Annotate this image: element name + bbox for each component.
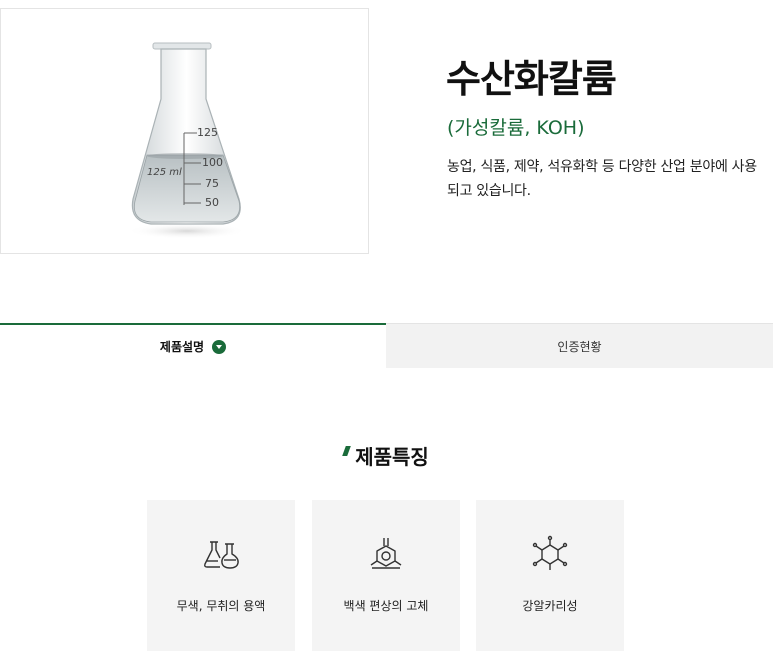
features-heading: 제품특징 <box>0 441 773 470</box>
product-subtitle: (가성칼륨, KOH) <box>447 117 585 139</box>
flask-mark-100: 100 <box>202 156 223 169</box>
tab-certification[interactable]: 인증현황 <box>386 323 773 368</box>
tab-label: 제품설명 <box>159 340 205 354</box>
features-title: 제품특징 <box>355 445 429 469</box>
feature-label: 백색 편상의 고체 <box>343 599 429 613</box>
tab-label: 인증현황 <box>557 339 602 354</box>
chevron-down-icon <box>212 339 227 354</box>
tab-product-description[interactable]: 제품설명 <box>0 323 386 368</box>
flask-volume-label: 125 ml <box>147 167 182 178</box>
product-tabs: 제품설명 인증현황 <box>0 323 773 368</box>
feature-label: 강알카리성 <box>522 599 578 613</box>
feature-card: 무색, 무취의 용액 <box>147 500 295 651</box>
product-image: 125 125 ml 100 75 50 <box>0 8 369 254</box>
flasks-icon <box>204 541 239 569</box>
accent-mark-icon <box>342 446 352 456</box>
flask-illustration: 125 125 ml 100 75 50 <box>127 42 247 239</box>
molecule-flask-icon <box>370 538 402 569</box>
flask-mark-50: 50 <box>205 196 219 209</box>
flask-mark-125: 125 <box>197 126 218 139</box>
product-title: 수산화칼륨 <box>446 57 617 101</box>
hexagon-molecule-icon <box>532 535 568 570</box>
feature-card: 백색 편상의 고체 <box>312 500 460 651</box>
product-description: 농업, 식품, 제약, 석유화학 등 다양한 산업 분야에 사용되고 있습니다. <box>447 159 757 199</box>
feature-card: 강알카리성 <box>476 500 624 651</box>
feature-label: 무색, 무취의 용액 <box>176 599 266 613</box>
flask-mark-75: 75 <box>205 177 219 190</box>
